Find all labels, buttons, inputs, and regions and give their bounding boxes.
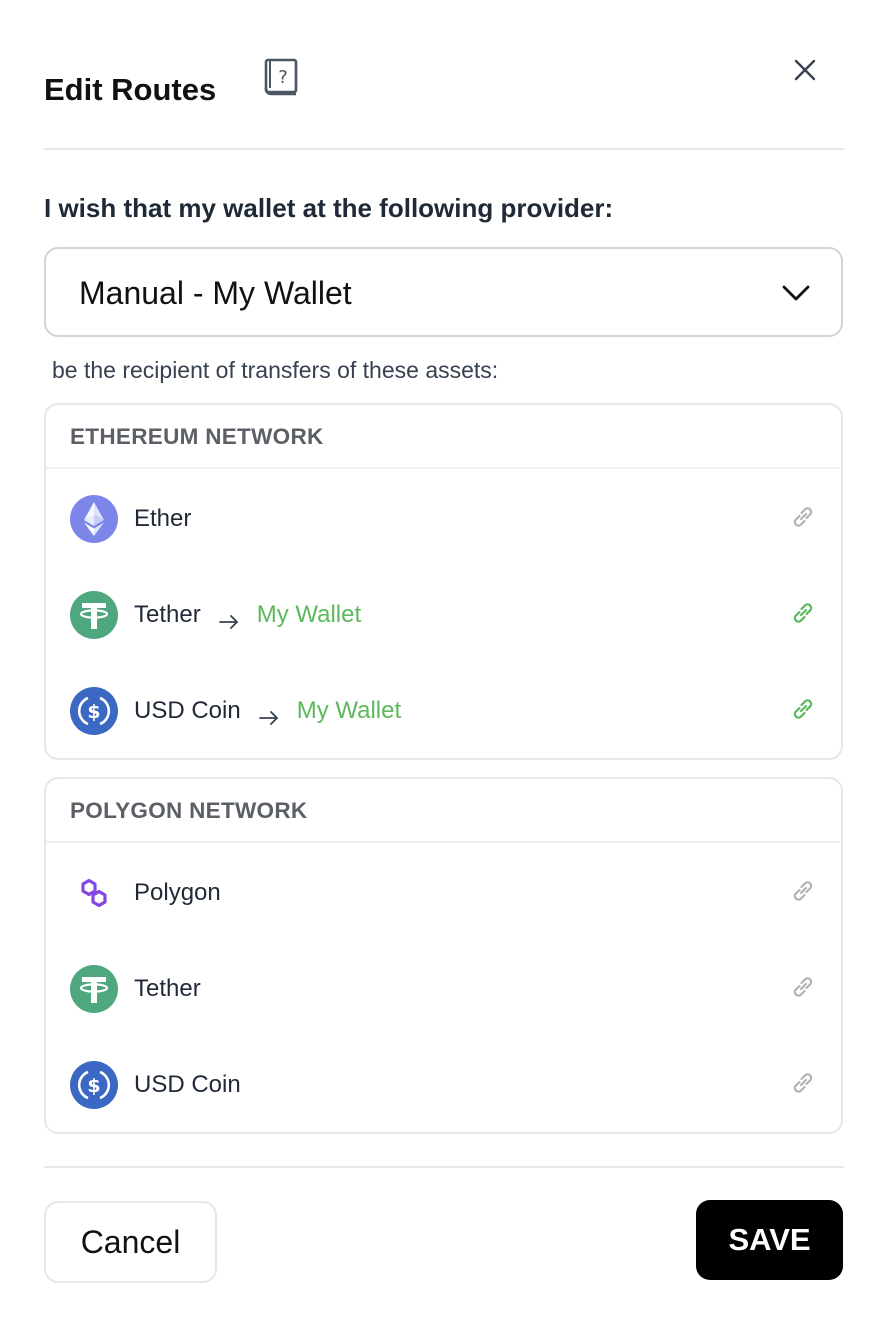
- svg-text:?: ?: [278, 67, 288, 88]
- link-icon[interactable]: [789, 503, 817, 531]
- polygon-icon: [69, 868, 119, 918]
- route-destination: My Wallet: [256, 601, 362, 628]
- save-button[interactable]: SAVE: [696, 1200, 843, 1280]
- asset-row-usd-coin[interactable]: $ USD Coin My Wallet: [46, 661, 841, 757]
- network-card-ethereum: ETHEREUM NETWORK Ether Tether My Wallet …: [44, 403, 843, 760]
- network-title: POLYGON NETWORK: [70, 798, 308, 823]
- route-destination: My Wallet: [296, 697, 402, 724]
- edit-routes-modal: Edit Routes ? I wish that my wallet at t…: [0, 0, 888, 1330]
- modal-header: Edit Routes ?: [44, 0, 844, 150]
- network-header: POLYGON NETWORK: [46, 779, 841, 843]
- cancel-button[interactable]: Cancel: [44, 1201, 217, 1283]
- asset-name: Polygon: [134, 879, 221, 906]
- provider-select-value: Manual - My Wallet: [79, 275, 352, 311]
- asset-name: USD Coin: [134, 1071, 241, 1098]
- asset-row-polygon[interactable]: Polygon: [46, 843, 841, 939]
- asset-row-tether[interactable]: Tether: [46, 939, 841, 1035]
- link-icon[interactable]: [789, 1069, 817, 1097]
- arrow-right-icon: [218, 607, 240, 629]
- network-card-polygon: POLYGON NETWORK Polygon Tether $ USD Coi…: [44, 777, 843, 1134]
- provider-select[interactable]: Manual - My Wallet: [44, 247, 843, 337]
- asset-row-ether[interactable]: Ether: [46, 469, 841, 565]
- header-divider: [44, 148, 844, 150]
- modal-title: Edit Routes: [44, 72, 217, 107]
- close-icon[interactable]: [791, 56, 819, 84]
- asset-name: Tether: [134, 601, 201, 628]
- tether-icon: [69, 964, 119, 1014]
- usdc-icon: $: [69, 1060, 119, 1110]
- chevron-down-icon: [781, 281, 811, 305]
- asset-row-usd-coin[interactable]: $ USD Coin: [46, 1035, 841, 1131]
- network-title: ETHEREUM NETWORK: [70, 424, 324, 449]
- link-icon[interactable]: [789, 973, 817, 1001]
- ether-icon: [69, 494, 119, 544]
- usdc-icon: $: [69, 686, 119, 736]
- asset-name: USD Coin: [134, 697, 241, 724]
- asset-name: Ether: [134, 505, 192, 532]
- asset-row-tether[interactable]: Tether My Wallet: [46, 565, 841, 661]
- link-icon[interactable]: [789, 877, 817, 905]
- footer-divider: [44, 1166, 844, 1168]
- network-header: ETHEREUM NETWORK: [46, 405, 841, 469]
- svg-text:$: $: [87, 1075, 100, 1097]
- provider-prompt: I wish that my wallet at the following p…: [44, 193, 614, 223]
- link-icon[interactable]: [789, 695, 817, 723]
- tether-icon: [69, 590, 119, 640]
- recipient-subtext: be the recipient of transfers of these a…: [52, 357, 499, 383]
- link-icon[interactable]: [789, 599, 817, 627]
- asset-name: Tether: [134, 975, 201, 1002]
- svg-text:$: $: [87, 701, 100, 723]
- help-book-icon[interactable]: ?: [262, 56, 302, 100]
- arrow-right-icon: [258, 703, 280, 725]
